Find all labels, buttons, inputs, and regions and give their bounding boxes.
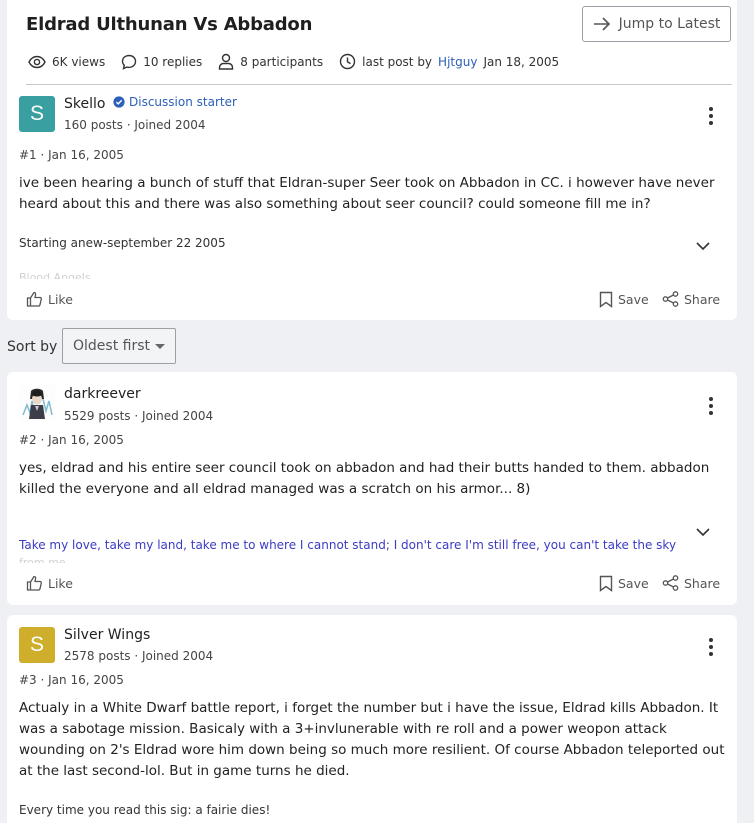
- thumbs-up-icon: [26, 575, 43, 591]
- share-label: Share: [684, 575, 721, 591]
- discussion-starter-badge: Discussion starter: [113, 95, 237, 109]
- thumbs-up-icon: [26, 291, 43, 307]
- last-post-info: last post by Hjtguy Jan 18, 2005: [339, 53, 559, 70]
- like-label: Like: [48, 291, 73, 307]
- verified-badge-icon: [113, 96, 125, 108]
- participants-text: 8 participants: [240, 54, 324, 69]
- signature-overflow: from me: [19, 556, 66, 563]
- signature: Starting anew-september 22 2005: [19, 236, 226, 250]
- badge-label: Discussion starter: [129, 95, 237, 109]
- thread-title: Eldrad Ulthunan Vs Abbadon: [26, 14, 313, 35]
- save-button[interactable]: Save: [599, 575, 649, 592]
- caret-down-icon: [155, 344, 165, 349]
- sort-select[interactable]: Oldest first: [62, 328, 176, 364]
- participants-count: 8 participants: [218, 53, 323, 70]
- more-options-icon[interactable]: [703, 105, 719, 127]
- divider: [26, 84, 732, 85]
- post-number[interactable]: #2 · Jan 16, 2005: [19, 433, 124, 447]
- sort-label: Sort by: [7, 339, 58, 355]
- user-stats: 5529 posts · Joined 2004: [64, 409, 214, 423]
- like-button[interactable]: Like: [26, 291, 73, 307]
- person-icon: [218, 53, 234, 70]
- avatar-letter: S: [29, 633, 44, 656]
- bookmark-icon: [599, 291, 613, 308]
- save-label: Save: [618, 576, 649, 591]
- post-number[interactable]: #1 · Jan 16, 2005: [19, 148, 124, 162]
- chevron-down-icon[interactable]: [695, 237, 711, 256]
- post-number[interactable]: #3 · Jan 16, 2005: [19, 673, 124, 687]
- clock-icon: [339, 53, 356, 70]
- more-options-icon[interactable]: [703, 395, 719, 417]
- username[interactable]: Skello: [64, 96, 105, 112]
- last-post-user-link[interactable]: Hjtguy: [438, 55, 477, 69]
- last-post-date: Jan 18, 2005: [483, 54, 560, 69]
- save-label: Save: [618, 292, 649, 307]
- avatar[interactable]: [19, 385, 55, 421]
- avatar[interactable]: S: [19, 627, 55, 663]
- thread-meta: 6K views 10 replies 8 participants last …: [28, 53, 575, 70]
- post-body: Actualy in a White Dwarf battle report, …: [19, 700, 725, 779]
- chevron-down-icon[interactable]: [695, 523, 711, 542]
- more-options-icon[interactable]: [703, 636, 719, 658]
- post-body: ive been hearing a bunch of stuff that E…: [19, 175, 715, 212]
- views-text: 6K views: [52, 54, 106, 69]
- share-icon: [662, 575, 679, 591]
- views-count: 6K views: [28, 55, 105, 69]
- share-icon: [662, 291, 679, 307]
- sort-selected-value: Oldest first: [73, 338, 150, 354]
- user-stats: 160 posts · Joined 2004: [64, 118, 206, 132]
- signature: Every time you read this sig: a fairie d…: [19, 803, 271, 817]
- jump-to-latest-button[interactable]: Jump to Latest: [582, 6, 731, 42]
- signature-overflow: Blood Angels: [19, 271, 91, 279]
- comment-icon: [121, 54, 137, 70]
- avatar[interactable]: S: [19, 96, 55, 132]
- user-stats: 2578 posts · Joined 2004: [64, 649, 214, 663]
- save-button[interactable]: Save: [599, 291, 649, 308]
- last-post-prefix: last post by: [362, 54, 433, 69]
- avatar-letter: S: [29, 102, 44, 125]
- signature: Take my love, take my land, take me to w…: [19, 538, 677, 552]
- first-post-card: Eldrad Ulthunan Vs Abbadon Jump to Lates…: [7, 0, 737, 320]
- post-card: S Silver Wings 2578 posts · Joined 2004 …: [7, 615, 737, 823]
- arrow-right-icon: [593, 17, 611, 31]
- share-button[interactable]: Share: [662, 291, 720, 307]
- share-label: Share: [684, 291, 721, 307]
- username[interactable]: Silver Wings: [64, 627, 150, 643]
- jump-label: Jump to Latest: [618, 16, 721, 32]
- like-label: Like: [48, 575, 73, 591]
- bookmark-icon: [599, 575, 613, 592]
- share-button[interactable]: Share: [662, 575, 720, 591]
- post-card: darkreever 5529 posts · Joined 2004 #2 ·…: [7, 372, 737, 605]
- eye-icon: [28, 55, 46, 69]
- replies-count: 10 replies: [121, 54, 202, 70]
- like-button[interactable]: Like: [26, 575, 73, 591]
- replies-text: 10 replies: [143, 54, 203, 69]
- post-body: yes, eldrad and his entire seer council …: [19, 460, 710, 497]
- username[interactable]: darkreever: [64, 386, 141, 402]
